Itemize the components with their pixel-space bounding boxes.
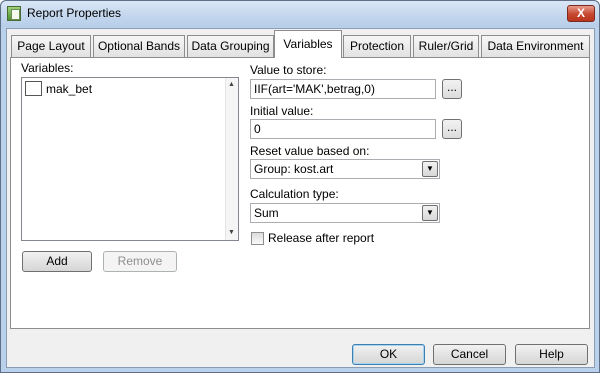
cancel-button[interactable]: Cancel (433, 344, 506, 365)
value-to-store-label: Value to store: (250, 63, 327, 77)
remove-button[interactable]: Remove (103, 251, 177, 272)
tab-data-environment[interactable]: Data Environment (481, 35, 590, 57)
calculation-type-label: Calculation type: (250, 187, 339, 201)
listbox-scrollbar[interactable]: ▲ ▼ (225, 78, 238, 240)
calculation-type-selected: Sum (254, 206, 279, 220)
tab-variables[interactable]: Variables (274, 30, 342, 58)
report-properties-dialog: Report Properties X Page Layout Optional… (0, 0, 600, 373)
variables-listbox[interactable]: mak_bet ▲ ▼ (21, 77, 239, 241)
tab-optional-bands[interactable]: Optional Bands (93, 35, 185, 57)
variables-list-label: Variables: (21, 61, 74, 75)
release-after-report-checkbox[interactable] (251, 232, 264, 245)
initial-value-field[interactable]: 0 (250, 119, 436, 139)
list-item[interactable]: mak_bet (25, 81, 215, 98)
reset-value-selected: Group: kost.art (254, 162, 334, 176)
tab-page-layout[interactable]: Page Layout (11, 35, 91, 57)
value-to-store-browse-button[interactable]: ... (442, 79, 462, 99)
dialog-client-area: Page Layout Optional Bands Data Grouping… (6, 28, 595, 368)
chevron-down-icon[interactable]: ▼ (422, 205, 438, 221)
help-button[interactable]: Help (515, 344, 588, 365)
report-properties-icon (7, 6, 21, 21)
variable-checkbox[interactable] (25, 81, 42, 96)
release-after-report-label[interactable]: Release after report (268, 231, 374, 245)
tab-ruler-grid[interactable]: Ruler/Grid (413, 35, 479, 57)
calculation-type-dropdown[interactable]: Sum ▼ (250, 203, 440, 223)
window-title: Report Properties (27, 6, 122, 20)
scroll-up-arrow-icon[interactable]: ▲ (228, 81, 235, 89)
initial-value-label: Initial value: (250, 104, 314, 118)
variables-tab-panel: Variables: mak_bet ▲ ▼ Add Remove Value … (10, 57, 590, 329)
title-bar[interactable]: Report Properties X (1, 1, 599, 27)
tab-protection[interactable]: Protection (343, 35, 411, 57)
initial-value-browse-button[interactable]: ... (442, 119, 462, 139)
value-to-store-field[interactable]: IIF(art='MAK',betrag,0) (250, 79, 436, 99)
ok-button[interactable]: OK (352, 344, 425, 365)
add-button[interactable]: Add (22, 251, 92, 272)
reset-value-dropdown[interactable]: Group: kost.art ▼ (250, 159, 440, 179)
tab-data-grouping[interactable]: Data Grouping (187, 35, 274, 57)
scroll-down-arrow-icon[interactable]: ▼ (228, 229, 235, 237)
reset-value-label: Reset value based on: (250, 144, 370, 158)
variable-name: mak_bet (46, 82, 93, 96)
close-icon[interactable]: X (567, 5, 595, 22)
chevron-down-icon[interactable]: ▼ (422, 161, 438, 177)
